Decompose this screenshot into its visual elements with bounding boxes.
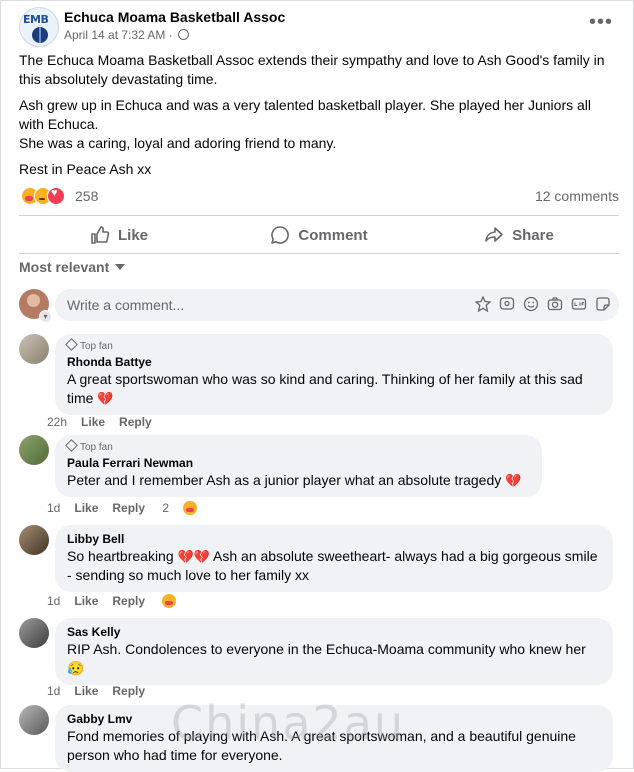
commenter-avatar[interactable]	[19, 435, 49, 465]
post-paragraph: Ash grew up in Echuca and was a very tal…	[19, 97, 592, 132]
share-arrow-icon	[485, 227, 503, 242]
comment-author[interactable]: Sas Kelly	[67, 624, 601, 640]
share-button[interactable]: Share	[419, 220, 619, 250]
watermark: China2au	[171, 696, 406, 750]
comment-sort-dropdown[interactable]: Most relevant	[19, 259, 126, 275]
gif-icon[interactable]	[571, 296, 587, 312]
post-header: EMB Echuca Moama Basketball Assoc April …	[19, 7, 619, 47]
comment-reply-button[interactable]: Reply	[112, 684, 145, 698]
emoji-icon[interactable]	[523, 296, 539, 312]
comment-sticker-icon[interactable]	[499, 296, 515, 312]
diamond-icon	[65, 439, 78, 452]
reaction-icons[interactable]	[21, 187, 65, 206]
avatar-logo-text: EMB	[23, 13, 49, 26]
globe-icon	[178, 29, 190, 40]
comment-bubble: Top fan Rhonda Battye A great sportswoma…	[55, 334, 613, 415]
top-fan-badge: Top fan	[65, 338, 601, 352]
comment-label: Comment	[298, 226, 368, 244]
post-meta: April 14 at 7:32 AM ·	[64, 28, 190, 42]
page-name[interactable]: Echuca Moama Basketball Assoc	[64, 9, 285, 25]
comment-like-button[interactable]: Like	[74, 501, 98, 515]
comment-body: A great sportswoman who was so kind and …	[67, 371, 583, 406]
like-button[interactable]: Like	[19, 220, 219, 250]
action-bar: Like Comment Share	[19, 220, 619, 250]
commenter-avatar[interactable]	[19, 705, 49, 735]
top-fan-badge: Top fan	[65, 439, 530, 453]
meta-separator: ·	[168, 28, 173, 42]
commenter-avatar[interactable]	[19, 525, 49, 555]
comment-text: Peter and I remember Ash as a junior pla…	[67, 471, 530, 490]
composer-tools	[475, 296, 611, 312]
comment-reply-button[interactable]: Reply	[119, 415, 152, 429]
thumbs-up-icon	[91, 226, 110, 244]
comment-author[interactable]: Rhonda Battye	[67, 354, 601, 370]
comment-author[interactable]: Libby Bell	[67, 531, 601, 547]
comment-bubble-icon	[271, 226, 290, 244]
avatar-sticker-icon[interactable]	[475, 296, 491, 312]
post-paragraph: Rest in Peace Ash xx	[19, 161, 152, 177]
commenter-avatar[interactable]	[19, 334, 49, 364]
comments-count[interactable]: 12 comments	[535, 188, 619, 204]
comment-like-button[interactable]: Like	[74, 594, 98, 608]
profile-switch-icon[interactable]: ▾	[39, 310, 52, 323]
sort-label: Most relevant	[19, 259, 110, 275]
care-icon	[183, 501, 198, 515]
comment-meta: 22h Like Reply	[47, 415, 166, 429]
comment-bubble: Sas Kelly RIP Ash. Condolences to everyo…	[55, 618, 613, 685]
like-label: Like	[117, 226, 148, 244]
broken-hearts-emoji: 💔💔	[177, 549, 210, 564]
comment-body: So heartbreaking	[67, 548, 174, 564]
post-paragraph: She was a caring, loyal and adoring frie…	[19, 135, 337, 151]
share-label: Share	[512, 226, 554, 244]
comment-button[interactable]: Comment	[219, 220, 419, 250]
sticker-icon[interactable]	[595, 296, 611, 312]
post-timestamp[interactable]: April 14 at 7:32 AM	[64, 28, 165, 42]
chevron-down-icon	[115, 264, 126, 270]
comment-bubble: Libby Bell So heartbreaking 💔💔 Ash an ab…	[55, 525, 613, 592]
care-icon[interactable]	[162, 594, 177, 608]
badge-label: Top fan	[80, 442, 113, 453]
comment-time[interactable]: 1d	[47, 501, 60, 515]
post-card: EMB Echuca Moama Basketball Assoc April …	[0, 0, 634, 772]
comment-bubble: Top fan Paula Ferrari Newman Peter and I…	[55, 435, 542, 497]
comment-body: Peter and I remember Ash as a junior pla…	[67, 472, 502, 488]
comment-meta: 1d Like Reply 2	[47, 501, 225, 515]
comment-input-placeholder: Write a comment...	[67, 297, 185, 313]
comment-like-button[interactable]: Like	[81, 415, 105, 429]
comment-time[interactable]: 1d	[47, 594, 60, 608]
badge-label: Top fan	[80, 341, 113, 352]
more-options-icon[interactable]: •••	[589, 11, 613, 34]
comment-meta: 1d Like Reply	[47, 594, 190, 608]
comment-meta: 1d Like Reply	[47, 684, 159, 698]
comment-reaction-summary[interactable]: 2	[162, 501, 211, 515]
reaction-summary: 258 12 comments	[19, 187, 619, 207]
comment-reply-button[interactable]: Reply	[112, 594, 145, 608]
camera-icon[interactable]	[547, 296, 563, 312]
broken-heart-emoji: 💔	[97, 391, 114, 406]
divider	[19, 253, 619, 254]
comment-time[interactable]: 1d	[47, 684, 60, 698]
post-text: The Echuca Moama Basketball Assoc extend…	[19, 51, 619, 186]
comment-time[interactable]: 22h	[47, 415, 67, 429]
love-icon	[47, 187, 65, 206]
comment-reaction-count: 2	[162, 501, 170, 515]
comment-text: A great sportswoman who was so kind and …	[67, 370, 601, 408]
diamond-icon	[65, 338, 78, 351]
commenter-avatar[interactable]	[19, 618, 49, 648]
comment-reply-button[interactable]: Reply	[112, 501, 145, 515]
broken-heart-emoji: 💔	[505, 473, 522, 488]
sad-emoji: 😥	[67, 660, 85, 676]
comment-body: RIP Ash. Condolences to everyone in the …	[67, 641, 586, 657]
basketball-icon	[32, 27, 48, 43]
comment-text: So heartbreaking 💔💔 Ash an absolute swee…	[67, 547, 601, 585]
comment-text: RIP Ash. Condolences to everyone in the …	[67, 640, 601, 678]
post-paragraph: The Echuca Moama Basketball Assoc extend…	[19, 52, 605, 87]
divider	[19, 215, 619, 216]
page-avatar[interactable]: EMB	[19, 7, 59, 47]
reaction-count[interactable]: 258	[75, 188, 98, 204]
comment-like-button[interactable]: Like	[74, 684, 98, 698]
comment-author[interactable]: Paula Ferrari Newman	[67, 455, 530, 471]
comment-composer[interactable]: Write a comment...	[55, 289, 619, 321]
